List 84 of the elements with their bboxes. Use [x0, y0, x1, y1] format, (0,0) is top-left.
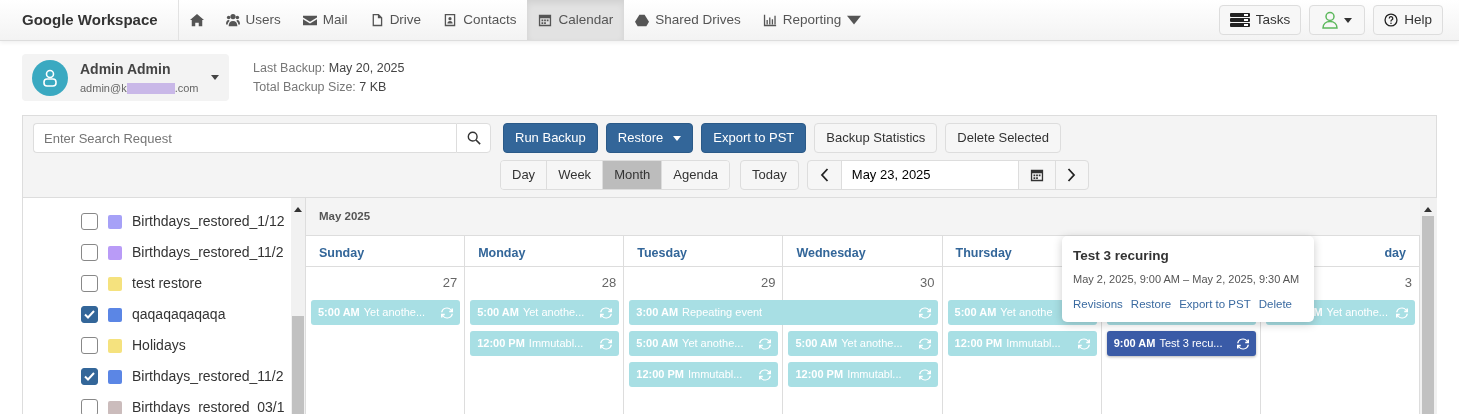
search-icon [466, 131, 481, 145]
event-chip[interactable]: 9:00 AM Test 3 recu... [1106, 331, 1256, 356]
search-field[interactable]: Enter Search Request [33, 123, 456, 153]
day-number: 27 [442, 275, 458, 290]
redaction-block [126, 82, 175, 94]
checkbox[interactable] [81, 213, 98, 230]
weekday-header: Sunday [319, 246, 365, 260]
calendar-list-item[interactable]: qaqaqaqaqaqa [81, 299, 291, 330]
caret-icon [673, 135, 682, 141]
account-card[interactable]: Admin Admin admin@k .com [22, 54, 229, 101]
calendar-list-item[interactable]: Birthdays_restored_1/12 [81, 206, 291, 237]
weekday-header: Wednesday [796, 246, 866, 260]
calendar-list-item[interactable]: Birthdays_restored_11/2 [81, 361, 291, 392]
help-icon [1384, 13, 1399, 27]
action-button[interactable]: Run Backup [503, 123, 598, 153]
day-number: 29 [760, 275, 776, 290]
action-button[interactable]: Export to PST [701, 123, 807, 153]
caret-icon [1344, 17, 1353, 23]
account-name: Admin Admin [80, 59, 172, 79]
nav-tab[interactable]: Reporting [751, 0, 873, 40]
email-text: admin@k [80, 80, 127, 96]
bar-chart-icon [762, 13, 777, 27]
today-button[interactable]: Today [740, 160, 799, 190]
nav-tab[interactable]: Shared Drives [624, 0, 752, 40]
popover-title: Test 3 recuring [1073, 247, 1170, 265]
action-button[interactable]: Delete Selected [945, 123, 1062, 153]
weekday-header: day [1384, 246, 1406, 260]
chevron-right-icon [1067, 168, 1077, 182]
server-stack-icon [1229, 13, 1250, 27]
calendar-list-item[interactable]: Birthdays_restored_03/1 [81, 392, 291, 414]
popover-link[interactable]: Restore [1130, 295, 1172, 313]
nav-tab[interactable]: Drive [358, 0, 433, 40]
view-tab[interactable]: Month [603, 161, 663, 189]
nav-tab[interactable]: Contacts [432, 0, 528, 40]
tasks-button[interactable]: Tasks [1218, 5, 1302, 35]
home-icon [189, 13, 204, 27]
checkbox[interactable] [81, 368, 98, 385]
calendar-list-item[interactable]: Holidays [81, 330, 291, 361]
popover-link[interactable]: Export to PST [1179, 295, 1251, 313]
scroll-up-icon [294, 207, 302, 212]
user-outline-icon [1322, 11, 1339, 29]
weekday-header: Monday [478, 246, 526, 260]
popover-time: May 2, 2025, 9:00 AM – May 2, 2025, 9:30 AM [1073, 272, 1301, 288]
chevron-left-icon [819, 168, 829, 182]
weekday-header: Thursday [955, 246, 1012, 260]
caret-icon [847, 13, 862, 27]
checkbox[interactable] [81, 399, 98, 414]
backup-info-text: Last Backup: May 20, 2025 [253, 59, 405, 77]
nav-tab[interactable]: Users [214, 0, 292, 40]
scrollbar[interactable] [1420, 198, 1437, 414]
checkbox[interactable] [81, 337, 98, 354]
help-button[interactable]: Help [1373, 5, 1443, 35]
brand-name: Google Workspace [0, 0, 179, 40]
user-icon [42, 68, 58, 87]
caret-icon [211, 75, 219, 80]
action-button[interactable]: Backup Statistics [814, 123, 938, 153]
calendar-icon [538, 13, 553, 27]
day-number: 3 [1404, 275, 1412, 290]
checkbox[interactable] [81, 306, 98, 323]
nav-tab[interactable]: Calendar [527, 0, 625, 40]
day-number: 28 [601, 275, 617, 290]
calendar-list-item[interactable]: test restore [81, 268, 291, 299]
search-button[interactable] [456, 123, 491, 153]
weekday-header: Tuesday [637, 246, 688, 260]
check-icon [84, 372, 95, 381]
month-title: May 2025 [306, 198, 1420, 236]
date-field[interactable]: May 23, 2025 [840, 161, 1019, 189]
envelope-icon [302, 13, 317, 27]
contact-card-icon [443, 13, 458, 27]
checkbox[interactable] [81, 244, 98, 261]
users-icon [225, 13, 240, 27]
scroll-up-icon [1424, 207, 1432, 212]
calendar-list-item[interactable]: Birthdays_restored_11/2 [81, 237, 291, 268]
checkbox[interactable] [81, 275, 98, 292]
calendar-icon [1029, 168, 1044, 182]
check-icon [84, 310, 95, 319]
scrollbar[interactable] [291, 198, 305, 414]
day-number: 30 [920, 275, 935, 290]
backup-info-text: Total Backup Size: 7 KB [253, 78, 388, 96]
email-text: .com [174, 80, 199, 96]
nav-tab[interactable]: Mail [291, 0, 359, 40]
action-button[interactable]: Restore [605, 123, 694, 153]
view-tab[interactable]: Day [501, 161, 548, 189]
user-menu-button[interactable] [1309, 5, 1366, 35]
